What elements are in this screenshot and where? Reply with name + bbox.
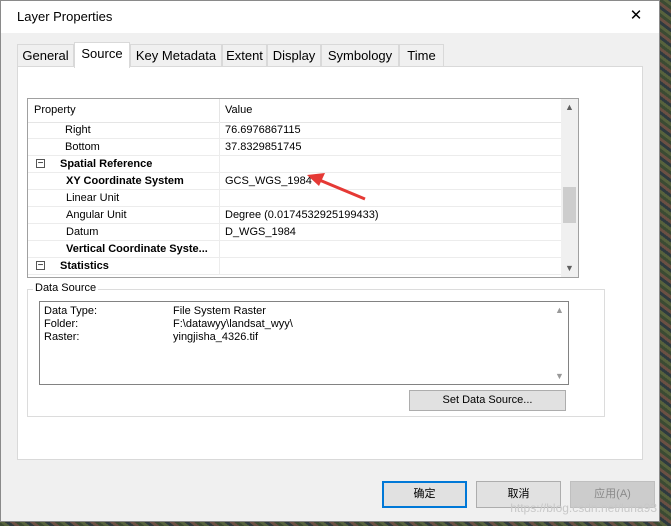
collapse-icon[interactable]: − [36,261,45,271]
scroll-down-icon[interactable]: ▼ [551,371,568,381]
scroll-up-icon[interactable]: ▲ [551,305,568,315]
row-key: Right [65,124,91,136]
folder-label: Folder: [44,318,79,330]
row-divider [219,207,220,224]
raster-value: yingjisha_4326.tif [173,331,259,343]
row-value: Degree (0.0174532925199433) [225,209,379,221]
section-label: Spatial Reference [60,158,153,170]
tab-symbology[interactable]: Symbology [321,44,399,66]
close-icon[interactable]: ✕ [621,3,651,29]
grid-header: Property Value [28,99,561,123]
value-column-header: Value [225,104,253,116]
dialog-title: Layer Properties [17,9,113,24]
data-source-textbox[interactable]: Data Type: File System Raster Folder: F:… [39,301,569,385]
data-source-group: Data Source Data Type: File System Raste… [27,282,605,417]
scroll-down-icon[interactable]: ▼ [561,260,578,277]
tab-key-metadata[interactable]: Key Metadata [130,44,222,66]
grid-row-bottom[interactable]: Bottom 37.8329851745 [28,139,561,156]
column-divider[interactable] [219,99,220,122]
scroll-up-icon[interactable]: ▲ [561,99,578,116]
grid-row-angular-unit[interactable]: Angular Unit Degree (0.0174532925199433) [28,207,561,224]
layer-properties-dialog: Layer Properties ✕ General Source Key Me… [0,0,660,522]
property-column-header: Property [34,104,76,116]
data-source-legend: Data Source [33,282,99,294]
section-label: Statistics [60,260,109,272]
set-data-source-button[interactable]: Set Data Source... [409,390,566,411]
tab-time[interactable]: Time [399,44,444,66]
scroll-thumb[interactable] [563,187,576,223]
row-key: Datum [66,226,99,238]
ok-button[interactable]: 确定 [382,481,467,508]
row-divider [219,173,220,190]
row-key: XY Coordinate System [66,175,184,187]
row-key: Bottom [65,141,100,153]
source-tab-panel: Property Value Right 76.6976867115 Botto… [17,66,643,460]
grid-row-linear-unit[interactable]: Linear Unit [28,190,561,207]
collapse-icon[interactable]: − [36,159,45,169]
row-divider [219,156,220,173]
data-type-line: Data Type: File System Raster [44,305,266,317]
property-grid[interactable]: Property Value Right 76.6976867115 Botto… [27,98,579,278]
grid-section-spatial-reference[interactable]: − Spatial Reference [28,156,561,173]
row-divider [219,241,220,258]
raster-label: Raster: [44,331,80,343]
raster-line: Raster: yingjisha_4326.tif [44,331,258,343]
data-type-label: Data Type: [44,305,97,317]
tab-general[interactable]: General [17,44,74,66]
grid-row-xy-coordinate-system[interactable]: XY Coordinate System GCS_WGS_1984 [28,173,561,190]
grid-scrollbar[interactable]: ▲ ▼ [561,99,578,277]
watermark-text: https://blog.csdn.net/luna93 [510,501,657,515]
tab-extent[interactable]: Extent [222,44,267,66]
folder-value: F:\datawyy\landsat_wyy\ [173,318,293,330]
row-divider [219,122,220,139]
grid-row-right[interactable]: Right 76.6976867115 [28,122,561,139]
grid-row-vertical-coordinate-system[interactable]: Vertical Coordinate Syste... [28,241,561,258]
row-value: GCS_WGS_1984 [225,175,312,187]
row-key: Linear Unit [66,192,120,204]
row-key: Angular Unit [66,209,127,221]
row-divider [219,258,220,275]
grid-section-statistics[interactable]: − Statistics [28,258,561,275]
title-bar: Layer Properties ✕ [1,1,659,33]
tab-source[interactable]: Source [74,42,130,68]
row-value: D_WGS_1984 [225,226,296,238]
folder-line: Folder: F:\datawyy\landsat_wyy\ [44,318,293,330]
textbox-scrollbar[interactable]: ▲ ▼ [551,302,568,384]
row-divider [219,224,220,241]
row-value: 76.6976867115 [225,124,301,136]
row-divider [219,139,220,156]
grid-row-datum[interactable]: Datum D_WGS_1984 [28,224,561,241]
data-type-value: File System Raster [173,305,266,317]
row-key: Vertical Coordinate Syste... [66,243,208,255]
tab-display[interactable]: Display [267,44,321,66]
row-divider [219,190,220,207]
row-value: 37.8329851745 [225,141,302,153]
